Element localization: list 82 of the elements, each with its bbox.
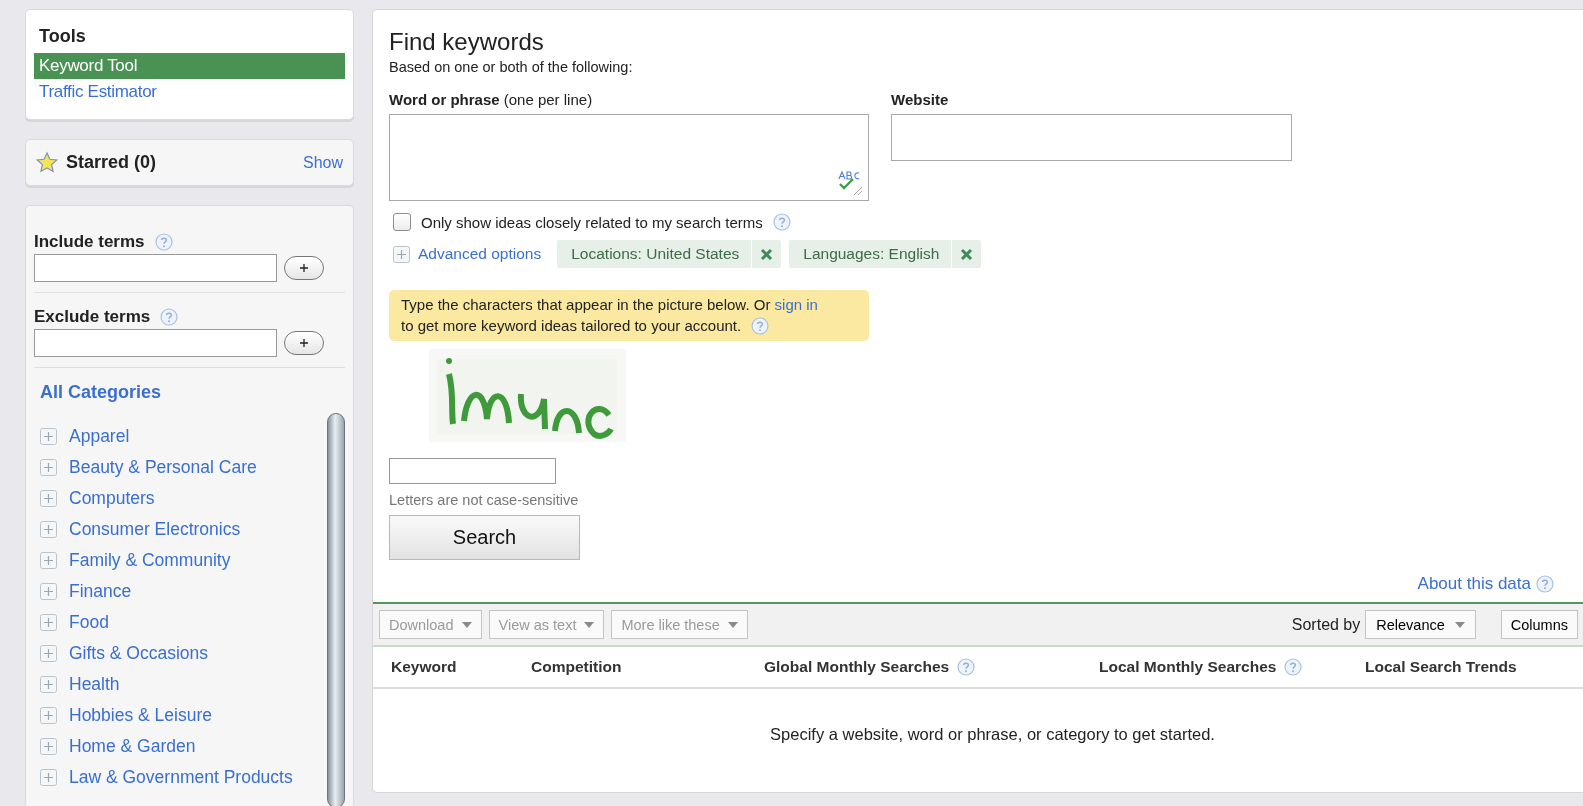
column-header[interactable]: Keyword <box>391 658 457 676</box>
category-link[interactable]: Family & Community <box>69 550 231 571</box>
close-icon <box>960 247 974 261</box>
category-link[interactable]: Health <box>69 674 120 695</box>
phrase-field[interactable] <box>389 114 869 201</box>
category-link[interactable]: Food <box>69 612 109 633</box>
caret-icon <box>727 621 738 628</box>
category-link[interactable]: Computers <box>69 488 155 509</box>
category-link[interactable]: Apparel <box>69 426 130 447</box>
chip-label: Languages: English <box>802 245 941 263</box>
checkbox[interactable] <box>393 213 411 231</box>
column-header[interactable]: Global Monthly Searches <box>764 658 950 676</box>
filter-label: Include terms <box>34 232 145 252</box>
website-field[interactable] <box>891 114 1292 161</box>
spellcheck-icon <box>836 170 864 196</box>
expand-icon[interactable] <box>40 645 57 662</box>
field-label: Website <box>891 91 949 108</box>
category-link[interactable]: Beauty & Personal Care <box>69 457 257 478</box>
category-link[interactable]: Consumer Electronics <box>69 519 241 540</box>
show-link[interactable]: Show <box>302 153 343 172</box>
tool-link[interactable]: Keyword Tool <box>34 53 345 79</box>
caret-icon <box>1454 621 1465 628</box>
close-icon <box>760 247 774 261</box>
expand-icon[interactable] <box>393 245 410 263</box>
captcha-field[interactable] <box>389 458 556 484</box>
notice-text: Type the characters that appear in the picture below. Or sign in <box>401 295 819 315</box>
add-button[interactable] <box>284 331 324 355</box>
category-link[interactable]: Gifts & Occasions <box>69 643 209 664</box>
tool-link[interactable]: Traffic Estimator <box>34 79 345 105</box>
caret-icon <box>461 621 472 628</box>
column-header[interactable]: Local Search Trends <box>1365 658 1517 676</box>
column-header[interactable]: Competition <box>531 658 622 676</box>
column-header[interactable]: Local Monthly Searches <box>1099 658 1277 676</box>
expand-icon[interactable] <box>40 738 57 755</box>
plus-icon <box>299 263 309 273</box>
sort-label: Sorted by <box>1291 615 1361 634</box>
expand-icon[interactable] <box>40 583 57 600</box>
expand-icon[interactable] <box>40 459 57 476</box>
advanced-options-link[interactable]: Advanced options <box>418 245 542 263</box>
expand-icon[interactable] <box>40 521 57 538</box>
expand-icon[interactable] <box>40 707 57 724</box>
page-title: Find keywords <box>389 28 544 56</box>
chip-label: Locations: United States <box>570 245 741 263</box>
captcha-hint: Letters are not case-sensitive <box>389 492 579 508</box>
search-button[interactable]: Search <box>389 515 580 560</box>
help-icon[interactable] <box>751 316 770 335</box>
star-icon <box>36 152 58 173</box>
notice-text: to get more keyword ideas tailored to your account. <box>401 316 742 336</box>
plus-icon <box>299 338 309 348</box>
field-label: Word or phrase (one per line) <box>389 91 593 108</box>
expand-icon[interactable] <box>40 769 57 786</box>
terms-input[interactable] <box>34 329 277 357</box>
add-button[interactable] <box>284 256 324 280</box>
category-link[interactable]: Home & Garden <box>69 736 196 757</box>
expand-icon[interactable] <box>40 490 57 507</box>
columns-button[interactable]: Columns <box>1500 610 1578 639</box>
category-link[interactable]: Hobbies & Leisure <box>69 705 212 726</box>
checkbox-label: Only show ideas closely related to my search terms <box>421 213 763 231</box>
empty-message: Specify a website, word or phrase, or category to get started. <box>770 725 1215 744</box>
sign-in-link[interactable]: sign in <box>774 296 818 313</box>
help-icon[interactable] <box>1284 658 1303 676</box>
expand-icon[interactable] <box>40 614 57 631</box>
help-icon[interactable] <box>957 658 976 676</box>
category-link[interactable]: Finance <box>69 581 132 602</box>
help-icon[interactable] <box>154 233 173 251</box>
starred-label: Starred (0) <box>66 152 158 173</box>
panel-title: Tools <box>38 26 87 48</box>
scrollbar[interactable] <box>327 413 345 806</box>
caret-icon <box>584 621 595 628</box>
subtitle: Based on one or both of the following: <box>389 59 633 75</box>
expand-icon[interactable] <box>40 552 57 569</box>
all-categories-link[interactable]: All Categories <box>34 382 345 403</box>
help-icon[interactable] <box>160 308 179 326</box>
help-icon[interactable] <box>772 213 791 231</box>
expand-icon[interactable] <box>40 676 57 693</box>
filter-label: Exclude terms <box>34 307 151 327</box>
help-icon[interactable] <box>1536 575 1554 593</box>
about-link[interactable]: About this data <box>1417 574 1531 594</box>
category-link[interactable]: Law & Government Products <box>69 767 293 788</box>
expand-icon[interactable] <box>40 428 57 445</box>
sort-dropdown[interactable]: Relevance <box>1365 610 1476 639</box>
terms-input[interactable] <box>34 254 277 282</box>
